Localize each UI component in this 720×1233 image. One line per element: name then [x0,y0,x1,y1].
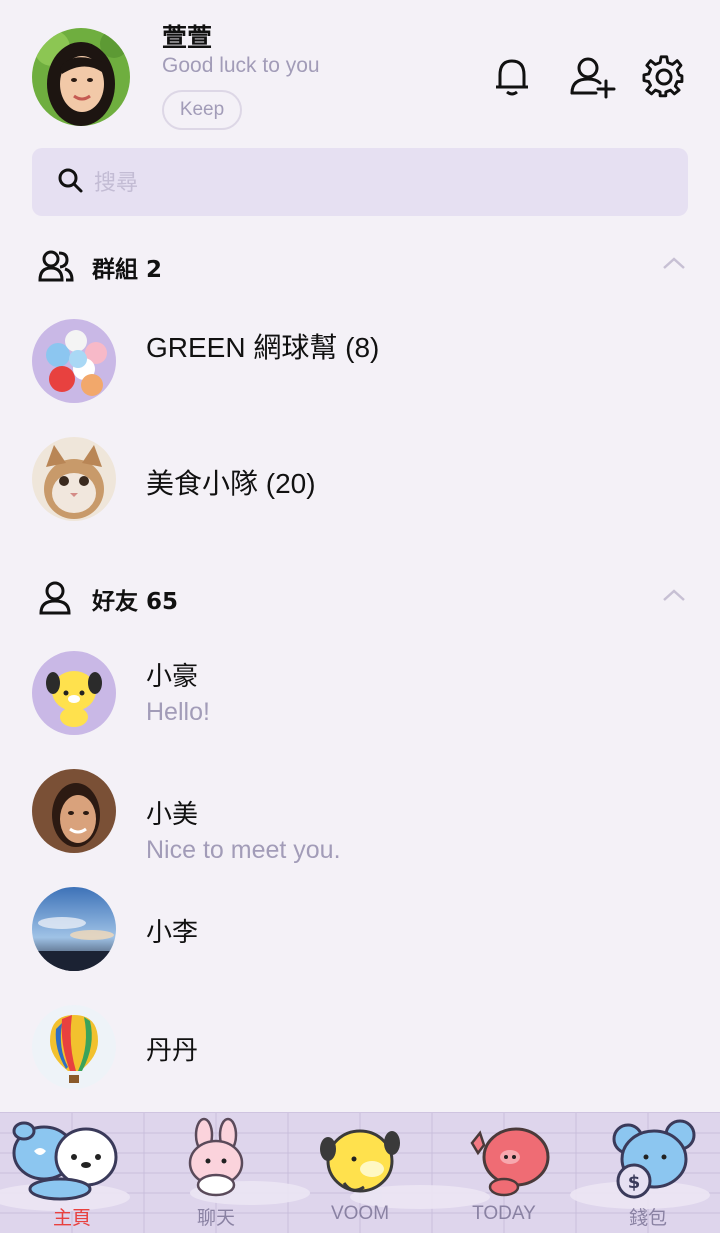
search-icon [58,168,83,193]
search-bar[interactable] [32,148,688,216]
group-name[interactable]: 美食小隊 (20) [146,462,316,502]
tab-home[interactable]: 主頁 [0,1113,144,1233]
profile-name: 萱萱 [162,23,213,52]
friend-status-message: Nice to meet you. [146,836,341,864]
tab-wallet[interactable]: $ 錢包 [576,1113,720,1233]
friend-name[interactable]: 小美 [146,794,198,831]
groups-section-title: 群組 2 [92,257,163,283]
home-character-icon [12,1121,118,1201]
tab-voom[interactable]: VOOM [288,1113,432,1233]
group-icon [38,250,74,282]
friend-name[interactable]: 丹丹 [146,1030,198,1067]
tab-label: TODAY [472,1203,536,1224]
tab-label: 錢包 [628,1208,667,1229]
chevron-up-icon[interactable] [662,584,686,608]
tab-chats[interactable]: 聊天 [144,1113,288,1233]
wallet-character-icon: $ [612,1119,696,1199]
profile-status-message: Good luck to you [162,54,320,77]
profile-avatar[interactable] [32,28,130,126]
chats-character-icon [188,1117,244,1197]
keep-button[interactable]: Keep [162,90,242,130]
today-character-icon [470,1127,550,1197]
friend-avatar[interactable] [32,887,116,971]
groups-section-header[interactable]: 群組 2 [32,244,688,288]
friends-section-title: 好友 65 [92,589,179,615]
person-icon [39,581,71,615]
group-avatar[interactable] [32,437,116,521]
friend-name[interactable]: 小李 [146,912,198,949]
group-name[interactable]: GREEN 網球幫 (8) [146,326,379,366]
search-input[interactable] [92,164,656,202]
bottom-tab-bar: 主頁 聊天 VOOM TODAY $ 錢包 [0,1112,720,1233]
group-avatar[interactable] [32,319,116,403]
voom-character-icon [320,1129,400,1193]
friend-avatar[interactable] [32,651,116,735]
tab-label: 聊天 [196,1208,235,1229]
add-friend-icon[interactable] [568,55,616,99]
friend-status-message: Hello! [146,698,210,726]
bell-icon[interactable] [490,55,534,99]
svg-text:$: $ [628,1172,641,1193]
friends-section-header[interactable]: 好友 65 [32,576,688,620]
friend-avatar[interactable] [32,1005,116,1089]
friend-name[interactable]: 小豪 [146,656,198,693]
tab-today[interactable]: TODAY [432,1113,576,1233]
settings-icon[interactable] [642,55,686,99]
friend-avatar[interactable] [32,769,116,853]
tab-label: 主頁 [52,1208,91,1229]
chevron-up-icon[interactable] [662,252,686,276]
tab-label: VOOM [330,1203,390,1224]
